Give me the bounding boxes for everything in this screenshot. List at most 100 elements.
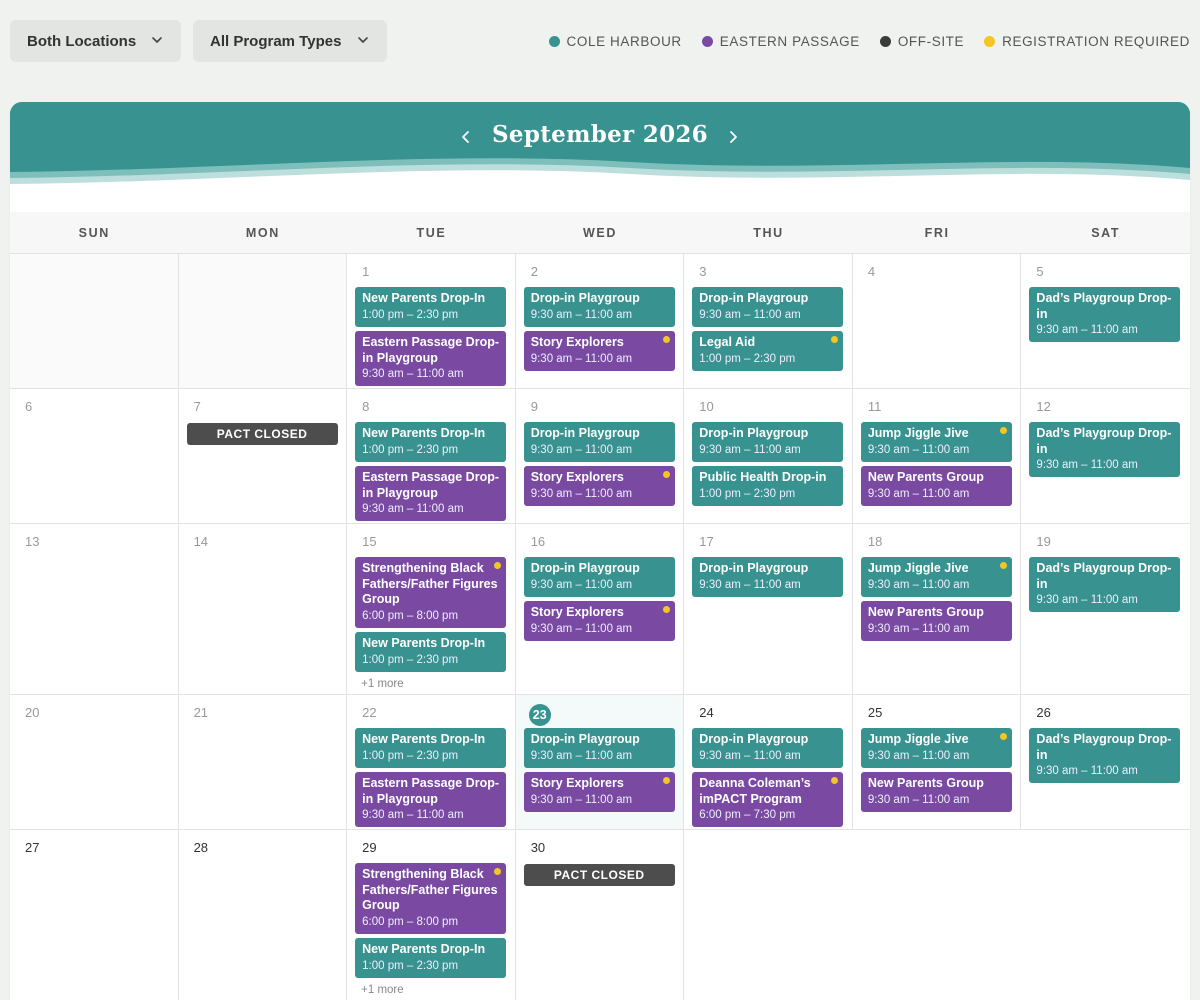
calendar-event[interactable]: Drop-in Playgroup 9:30 am – 11:00 am xyxy=(692,287,844,327)
event-time: 9:30 am – 11:00 am xyxy=(867,578,970,591)
registration-required-icon xyxy=(831,777,839,784)
event-title: Drop-in Playgroup xyxy=(530,732,640,746)
calendar-event[interactable]: Legal Aid 1:00 pm – 2:30 pm xyxy=(692,331,844,371)
calendar-event[interactable]: Jump Jiggle Jive 9:30 am – 11:00 am xyxy=(860,728,1012,768)
calendar-event[interactable]: Jump Jiggle Jive 9:30 am – 11:00 am xyxy=(860,422,1012,462)
calendar-day-cell[interactable]: 20 xyxy=(10,695,179,829)
calendar-day-cell[interactable]: 1 New Parents Drop-In 1:00 pm – 2:30 pm Eas… xyxy=(347,254,516,388)
calendar-event[interactable]: Strengthening Black Fathers/Father Figur… xyxy=(355,557,507,628)
day-number: 11 xyxy=(867,399,882,414)
calendar-event[interactable]: Drop-in Playgroup 9:30 am – 11:00 am xyxy=(523,557,675,597)
calendar-day-cell[interactable]: 2 Drop-in Playgroup 9:30 am – 11:00 am Stor… xyxy=(516,254,685,388)
calendar-event[interactable]: Drop-in Playgroup 9:30 am – 11:00 am xyxy=(523,422,675,462)
next-month-button[interactable] xyxy=(722,126,744,148)
calendar-day-cell[interactable]: 11 Jump Jiggle Jive 9:30 am – 11:00 am New … xyxy=(853,389,1022,523)
registration-required-icon xyxy=(662,777,670,784)
calendar-event[interactable]: New Parents Drop-In 1:00 pm – 2:30 pm xyxy=(355,287,507,327)
calendar-event[interactable]: Drop-in Playgroup 9:30 am – 11:00 am xyxy=(692,728,844,768)
calendar-event[interactable]: Story Explorers 9:30 am – 11:00 am xyxy=(523,772,675,812)
calendar-day-cell[interactable]: 17 Drop-in Playgroup 9:30 am – 11:00 am xyxy=(684,524,853,694)
event-title: New Parents Drop-In xyxy=(362,732,486,746)
event-title: Drop-in Playgroup xyxy=(530,291,640,305)
program-type-dropdown[interactable]: All Program Types xyxy=(193,20,387,62)
day-number: 8 xyxy=(362,399,370,414)
more-events-link[interactable]: +1 more xyxy=(361,984,404,996)
calendar-event[interactable]: Drop-in Playgroup 9:30 am – 11:00 am xyxy=(692,557,844,597)
calendar-event[interactable]: Deanna Coleman’s imPACT Program 6:00 pm –… xyxy=(692,772,844,827)
event-time: 9:30 am – 11:00 am xyxy=(867,443,970,456)
event-time: 9:30 am – 11:00 am xyxy=(1036,765,1138,777)
calendar-event[interactable]: Dad’s Playgroup Drop-in 9:30 am – 11:00 a… xyxy=(1029,557,1181,612)
event-title: Drop-in Playgroup xyxy=(530,426,640,440)
event-time: 9:30 am – 11:00 am xyxy=(699,749,801,762)
calendar-event[interactable]: Public Health Drop-in 1:00 pm – 2:30 pm xyxy=(692,466,844,506)
calendar-day-cell[interactable]: 7 PACT CLOSED xyxy=(179,389,348,523)
location-dropdown[interactable]: Both Locations xyxy=(10,20,181,62)
calendar-day-cell[interactable]: 22 New Parents Drop-In 1:00 pm – 2:30 pm Ea… xyxy=(347,695,516,829)
calendar-day-cell[interactable]: 13 xyxy=(10,524,179,694)
calendar-event[interactable]: Eastern Passage Drop-in Playgroup 9:30 am… xyxy=(355,466,507,521)
calendar-day-cell[interactable]: 3 Drop-in Playgroup 9:30 am – 11:00 am Lega… xyxy=(684,254,853,388)
calendar-day-cell[interactable]: 26 Dad’s Playgroup Drop-in 9:30 am – 11:00… xyxy=(1021,695,1190,829)
calendar-event[interactable]: Drop-in Playgroup 9:30 am – 11:00 am xyxy=(692,422,844,462)
calendar-day-cell[interactable]: 14 xyxy=(179,524,348,694)
calendar-day-cell[interactable]: 4 xyxy=(853,254,1022,388)
calendar-day-cell[interactable]: 29 Strengthening Black Fathers/Father Fig… xyxy=(347,830,516,1000)
day-number: 6 xyxy=(25,399,33,414)
day-number: 26 xyxy=(1036,705,1051,720)
calendar-day-cell[interactable]: 8 New Parents Drop-In 1:00 pm – 2:30 pm Eas… xyxy=(347,389,516,523)
calendar-day-cell[interactable]: 23 Drop-in Playgroup 9:30 am – 11:00 am Sto… xyxy=(515,695,685,829)
event-time: 6:00 pm – 7:30 pm xyxy=(699,809,796,821)
calendar-event[interactable]: Drop-in Playgroup 9:30 am – 11:00 am xyxy=(523,728,675,768)
event-title: Drop-in Playgroup xyxy=(699,291,809,305)
calendar-event[interactable]: New Parents Drop-In 1:00 pm – 2:30 pm xyxy=(355,728,507,768)
header-wave xyxy=(10,102,1190,184)
calendar-event[interactable]: New Parents Group 9:30 am – 11:00 am xyxy=(860,772,1012,812)
calendar-day-cell[interactable]: 9 Drop-in Playgroup 9:30 am – 11:00 am Stor… xyxy=(516,389,685,523)
calendar-event[interactable]: Story Explorers 9:30 am – 11:00 am xyxy=(523,331,675,371)
calendar-day-cell[interactable]: 25 Jump Jiggle Jive 9:30 am – 11:00 am New … xyxy=(853,695,1022,829)
event-title: Story Explorers xyxy=(530,470,624,484)
event-time: 1:00 pm – 2:30 pm xyxy=(362,749,459,762)
calendar-event[interactable]: Story Explorers 9:30 am – 11:00 am xyxy=(523,601,675,641)
calendar-event[interactable]: Strengthening Black Fathers/Father Figur… xyxy=(355,863,507,934)
event-title: Eastern Passage Drop-in Playgroup xyxy=(362,335,499,365)
event-time: 9:30 am – 11:00 am xyxy=(530,578,633,591)
calendar-day-cell[interactable]: 5 Dad’s Playgroup Drop-in 9:30 am – 11:00 … xyxy=(1021,254,1190,388)
calendar-event[interactable]: New Parents Drop-In 1:00 pm – 2:30 pm xyxy=(355,422,507,462)
calendar-cell-empty xyxy=(1021,830,1190,1000)
event-time: 9:30 am – 11:00 am xyxy=(867,622,970,635)
calendar-event[interactable]: Eastern Passage Drop-in Playgroup 9:30 am… xyxy=(355,772,507,827)
event-time: 9:30 am – 11:00 am xyxy=(362,368,464,380)
calendar-event[interactable]: Dad’s Playgroup Drop-in 9:30 am – 11:00 a… xyxy=(1029,422,1181,477)
calendar-event[interactable]: Drop-in Playgroup 9:30 am – 11:00 am xyxy=(523,287,675,327)
calendar-event[interactable]: New Parents Drop-In 1:00 pm – 2:30 pm xyxy=(355,938,507,978)
more-events-link[interactable]: +1 more xyxy=(361,678,404,690)
event-title: New Parents Group xyxy=(867,605,984,619)
calendar-day-cell[interactable]: 19 Dad’s Playgroup Drop-in 9:30 am – 11:00… xyxy=(1021,524,1190,694)
calendar-day-cell[interactable]: 12 Dad’s Playgroup Drop-in 9:30 am – 11:00… xyxy=(1021,389,1190,523)
calendar-day-cell[interactable]: 30 PACT CLOSED xyxy=(516,830,685,1000)
filter-bar: Both Locations All Program Types COLE HA… xyxy=(10,20,1190,62)
calendar-event[interactable]: Eastern Passage Drop-in Playgroup 9:30 am… xyxy=(355,331,507,386)
calendar-day-cell[interactable]: 6 xyxy=(10,389,179,523)
calendar-event[interactable]: Story Explorers 9:30 am – 11:00 am xyxy=(523,466,675,506)
calendar-day-cell[interactable]: 24 Drop-in Playgroup 9:30 am – 11:00 am Dea… xyxy=(684,695,853,829)
calendar-day-cell[interactable]: 28 xyxy=(179,830,348,1000)
calendar-day-cell[interactable]: 16 Drop-in Playgroup 9:30 am – 11:00 am Sto… xyxy=(516,524,685,694)
calendar-event[interactable]: New Parents Drop-In 1:00 pm – 2:30 pm xyxy=(355,632,507,672)
calendar-event[interactable]: New Parents Group 9:30 am – 11:00 am xyxy=(860,466,1012,506)
calendar-day-cell[interactable]: 21 xyxy=(179,695,348,829)
day-number: 20 xyxy=(25,705,40,720)
calendar-event[interactable]: New Parents Group 9:30 am – 11:00 am xyxy=(860,601,1012,641)
calendar-cell-empty xyxy=(852,830,1022,1000)
calendar-event[interactable]: Jump Jiggle Jive 9:30 am – 11:00 am xyxy=(860,557,1012,597)
calendar-day-cell[interactable]: 18 Jump Jiggle Jive 9:30 am – 11:00 am New … xyxy=(853,524,1022,694)
calendar-day-cell[interactable]: 15 Strengthening Black Fathers/Father Fig… xyxy=(347,524,516,694)
calendar-event[interactable]: Dad’s Playgroup Drop-in 9:30 am – 11:00 a… xyxy=(1029,287,1181,342)
calendar-day-cell[interactable]: 10 Drop-in Playgroup 9:30 am – 11:00 am Pub… xyxy=(684,389,853,523)
event-time: 9:30 am – 11:00 am xyxy=(530,352,633,365)
calendar-day-cell[interactable]: 27 xyxy=(10,830,179,1000)
calendar-event[interactable]: Dad’s Playgroup Drop-in 9:30 am – 11:00 a… xyxy=(1029,728,1181,783)
event-time: 9:30 am – 11:00 am xyxy=(530,487,633,500)
